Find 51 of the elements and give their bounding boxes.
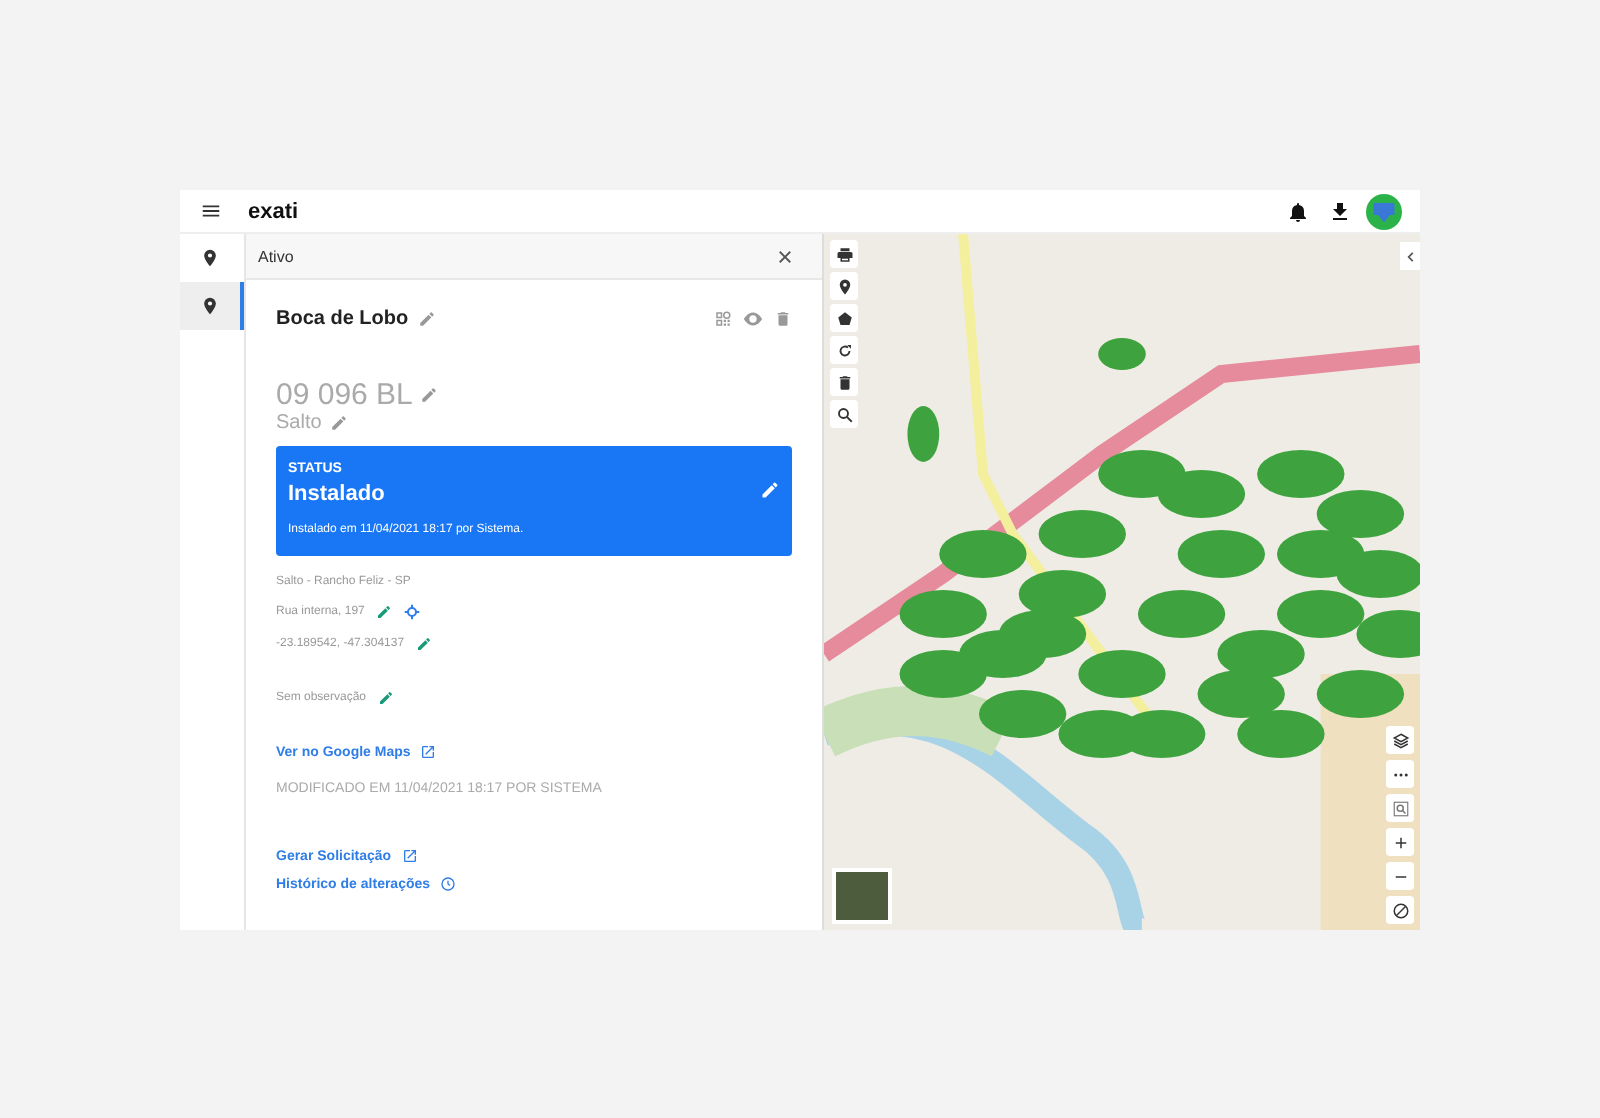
map-tool-button[interactable] bbox=[830, 336, 858, 364]
clock-icon bbox=[440, 876, 457, 892]
edit-icon[interactable] bbox=[329, 414, 348, 432]
asset-code: 09 096 BL bbox=[276, 378, 413, 412]
bell-icon[interactable] bbox=[1286, 199, 1310, 223]
qr-code-icon[interactable] bbox=[714, 310, 732, 328]
edit-icon[interactable] bbox=[420, 386, 439, 404]
logo: exati bbox=[248, 199, 299, 223]
map-marker-icon bbox=[200, 248, 220, 268]
map-control-button[interactable] bbox=[1386, 862, 1414, 890]
map-control-button[interactable] bbox=[1386, 828, 1414, 856]
map-tool-button[interactable] bbox=[830, 272, 858, 300]
compass-icon bbox=[1391, 901, 1409, 919]
external-link-icon bbox=[420, 744, 437, 760]
map-tool-button[interactable] bbox=[830, 304, 858, 332]
map-tool-button[interactable] bbox=[830, 240, 858, 268]
map-tool-button[interactable] bbox=[830, 400, 858, 428]
chevron-left-icon bbox=[1403, 249, 1417, 263]
avatar-icon[interactable] bbox=[1366, 193, 1402, 229]
refresh-icon bbox=[835, 341, 853, 359]
collapse-button[interactable] bbox=[1400, 242, 1420, 270]
pentagon-icon bbox=[835, 309, 853, 327]
zoom-area-icon bbox=[1391, 799, 1409, 817]
map-tool-button[interactable] bbox=[830, 368, 858, 396]
rail-tab[interactable] bbox=[180, 282, 244, 330]
search-icon bbox=[835, 405, 853, 423]
close-icon[interactable] bbox=[776, 247, 794, 265]
asset-name: Boca de Lobo bbox=[276, 308, 409, 330]
edit-icon[interactable] bbox=[416, 636, 433, 652]
map-control-button[interactable] bbox=[1386, 726, 1414, 754]
eye-icon[interactable] bbox=[742, 308, 764, 330]
edit-icon[interactable] bbox=[376, 604, 393, 620]
marker-settings-icon bbox=[200, 296, 220, 316]
edit-icon[interactable] bbox=[378, 690, 395, 706]
layers-icon bbox=[1391, 731, 1409, 749]
status-value: Instalado bbox=[288, 482, 387, 506]
external-link-icon bbox=[401, 848, 418, 864]
edit-icon[interactable] bbox=[418, 310, 437, 328]
trash-icon[interactable] bbox=[774, 310, 792, 328]
gps-icon[interactable] bbox=[404, 604, 421, 620]
zoom-in-icon bbox=[1391, 833, 1409, 851]
printer-icon bbox=[835, 245, 853, 263]
trash-icon bbox=[835, 373, 853, 391]
download-icon[interactable] bbox=[1328, 199, 1352, 223]
city-name: Salto bbox=[276, 412, 322, 434]
edit-icon[interactable] bbox=[760, 480, 780, 500]
menu-icon[interactable] bbox=[200, 200, 222, 222]
panel-title: Ativo bbox=[258, 247, 294, 265]
marker-add-icon bbox=[835, 277, 853, 295]
satellite-thumbnail[interactable] bbox=[832, 868, 892, 924]
map-control-button[interactable] bbox=[1386, 896, 1414, 924]
